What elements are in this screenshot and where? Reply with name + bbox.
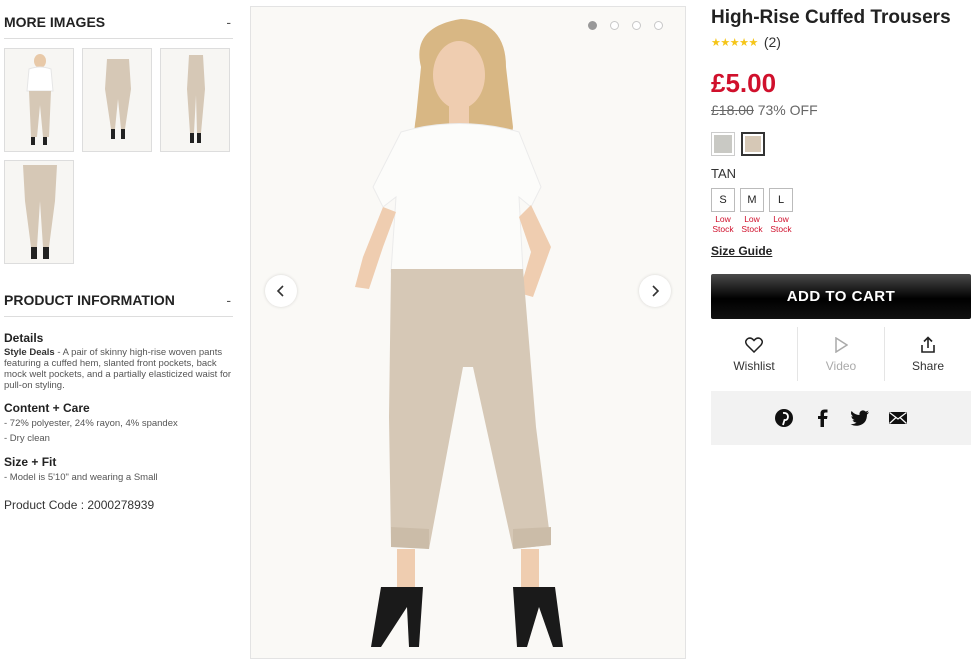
carousel-dot[interactable] — [632, 21, 641, 30]
share-label: Share — [911, 359, 945, 373]
pinterest-icon[interactable] — [774, 408, 794, 428]
star-rating-icon: ★★★★★ — [711, 36, 758, 49]
prev-image-button[interactable] — [265, 275, 297, 307]
thumbnail-pants-closeup[interactable] — [4, 160, 74, 264]
carousel-dots — [588, 21, 663, 30]
size-selector: S Low Stock M Low Stock L Low Stock — [711, 188, 971, 234]
email-icon[interactable] — [888, 408, 908, 428]
stock-status: Low Stock — [741, 214, 763, 234]
details-title: Details — [4, 331, 44, 345]
product-code: Product Code : 2000278939 — [4, 498, 155, 512]
thumbnail-list — [4, 48, 236, 264]
thumbnail-side-view[interactable] — [82, 48, 152, 152]
swatch-tan[interactable] — [741, 132, 765, 156]
swatch-grey[interactable] — [711, 132, 735, 156]
add-to-cart-button[interactable]: ADD TO CART — [711, 274, 971, 319]
carousel-dot[interactable] — [588, 21, 597, 30]
product-info-body: Details Style Deals - A pair of skinny h… — [4, 331, 233, 512]
product-actions: Wishlist Video Share — [711, 327, 971, 381]
twitter-icon[interactable] — [850, 408, 870, 428]
more-images-header[interactable]: MORE IMAGES - — [4, 0, 233, 39]
size-option[interactable]: L Low Stock — [769, 188, 793, 234]
rating[interactable]: ★★★★★ (2) — [711, 34, 971, 50]
original-price-row: £18.00 73% OFF — [711, 102, 971, 118]
social-share-bar — [711, 391, 971, 445]
share-icon — [921, 336, 935, 353]
content-item: - 72% polyester, 24% rayon, 4% spandex — [4, 418, 178, 429]
wishlist-label: Wishlist — [733, 359, 775, 373]
discount-label: 73% OFF — [753, 102, 818, 118]
product-info-header[interactable]: PRODUCT INFORMATION - — [4, 278, 233, 317]
color-swatches — [711, 132, 971, 156]
size-fit-title: Size + Fit — [4, 455, 57, 469]
original-price: £18.00 — [711, 102, 754, 118]
review-count[interactable]: (2) — [764, 34, 781, 50]
size-guide-link[interactable]: Size Guide — [711, 244, 772, 258]
product-title: High-Rise Cuffed Trousers — [711, 7, 951, 28]
video-button[interactable]: Video — [797, 327, 884, 381]
carousel-dot[interactable] — [610, 21, 619, 30]
thumbnail-back-side-view[interactable] — [160, 48, 230, 152]
collapse-toggle[interactable]: - — [226, 292, 233, 308]
product-panel: High-Rise Cuffed Trousers ★★★★★ (2) £5.0… — [711, 6, 971, 445]
chevron-right-icon — [652, 285, 660, 297]
left-column: MORE IMAGES - PRODUCT INFORMATION - Deta… — [4, 0, 233, 512]
size-label[interactable]: S — [711, 188, 735, 212]
next-image-button[interactable] — [639, 275, 671, 307]
collapse-toggle[interactable]: - — [226, 14, 233, 30]
model-photo — [355, 19, 563, 647]
stock-status: Low Stock — [770, 214, 792, 234]
size-option[interactable]: M Low Stock — [740, 188, 764, 234]
size-option[interactable]: S Low Stock — [711, 188, 735, 234]
details-brand: Style Deals — [4, 347, 55, 358]
share-button[interactable]: Share — [884, 327, 971, 381]
size-item: - Model is 5'10" and wearing a Small — [4, 472, 158, 483]
carousel-dot[interactable] — [654, 21, 663, 30]
size-label[interactable]: M — [740, 188, 764, 212]
selected-color-name: TAN — [711, 166, 737, 181]
sale-price: £5.00 — [711, 68, 777, 98]
video-label: Video — [825, 359, 857, 373]
size-label[interactable]: L — [769, 188, 793, 212]
thumbnail-front-view[interactable] — [4, 48, 74, 152]
chevron-left-icon — [276, 285, 284, 297]
main-product-image[interactable] — [250, 6, 686, 659]
content-care-title: Content + Care — [4, 401, 90, 415]
wishlist-button[interactable]: Wishlist — [711, 327, 797, 381]
details-description: Style Deals - A pair of skinny high-rise… — [4, 347, 234, 391]
heart-icon — [745, 337, 763, 353]
more-images-title: MORE IMAGES — [4, 14, 106, 30]
product-info-title: PRODUCT INFORMATION — [4, 292, 175, 308]
play-icon — [835, 337, 848, 353]
stock-status: Low Stock — [712, 214, 734, 234]
content-item: - Dry clean — [4, 433, 50, 444]
facebook-icon[interactable] — [812, 408, 832, 428]
